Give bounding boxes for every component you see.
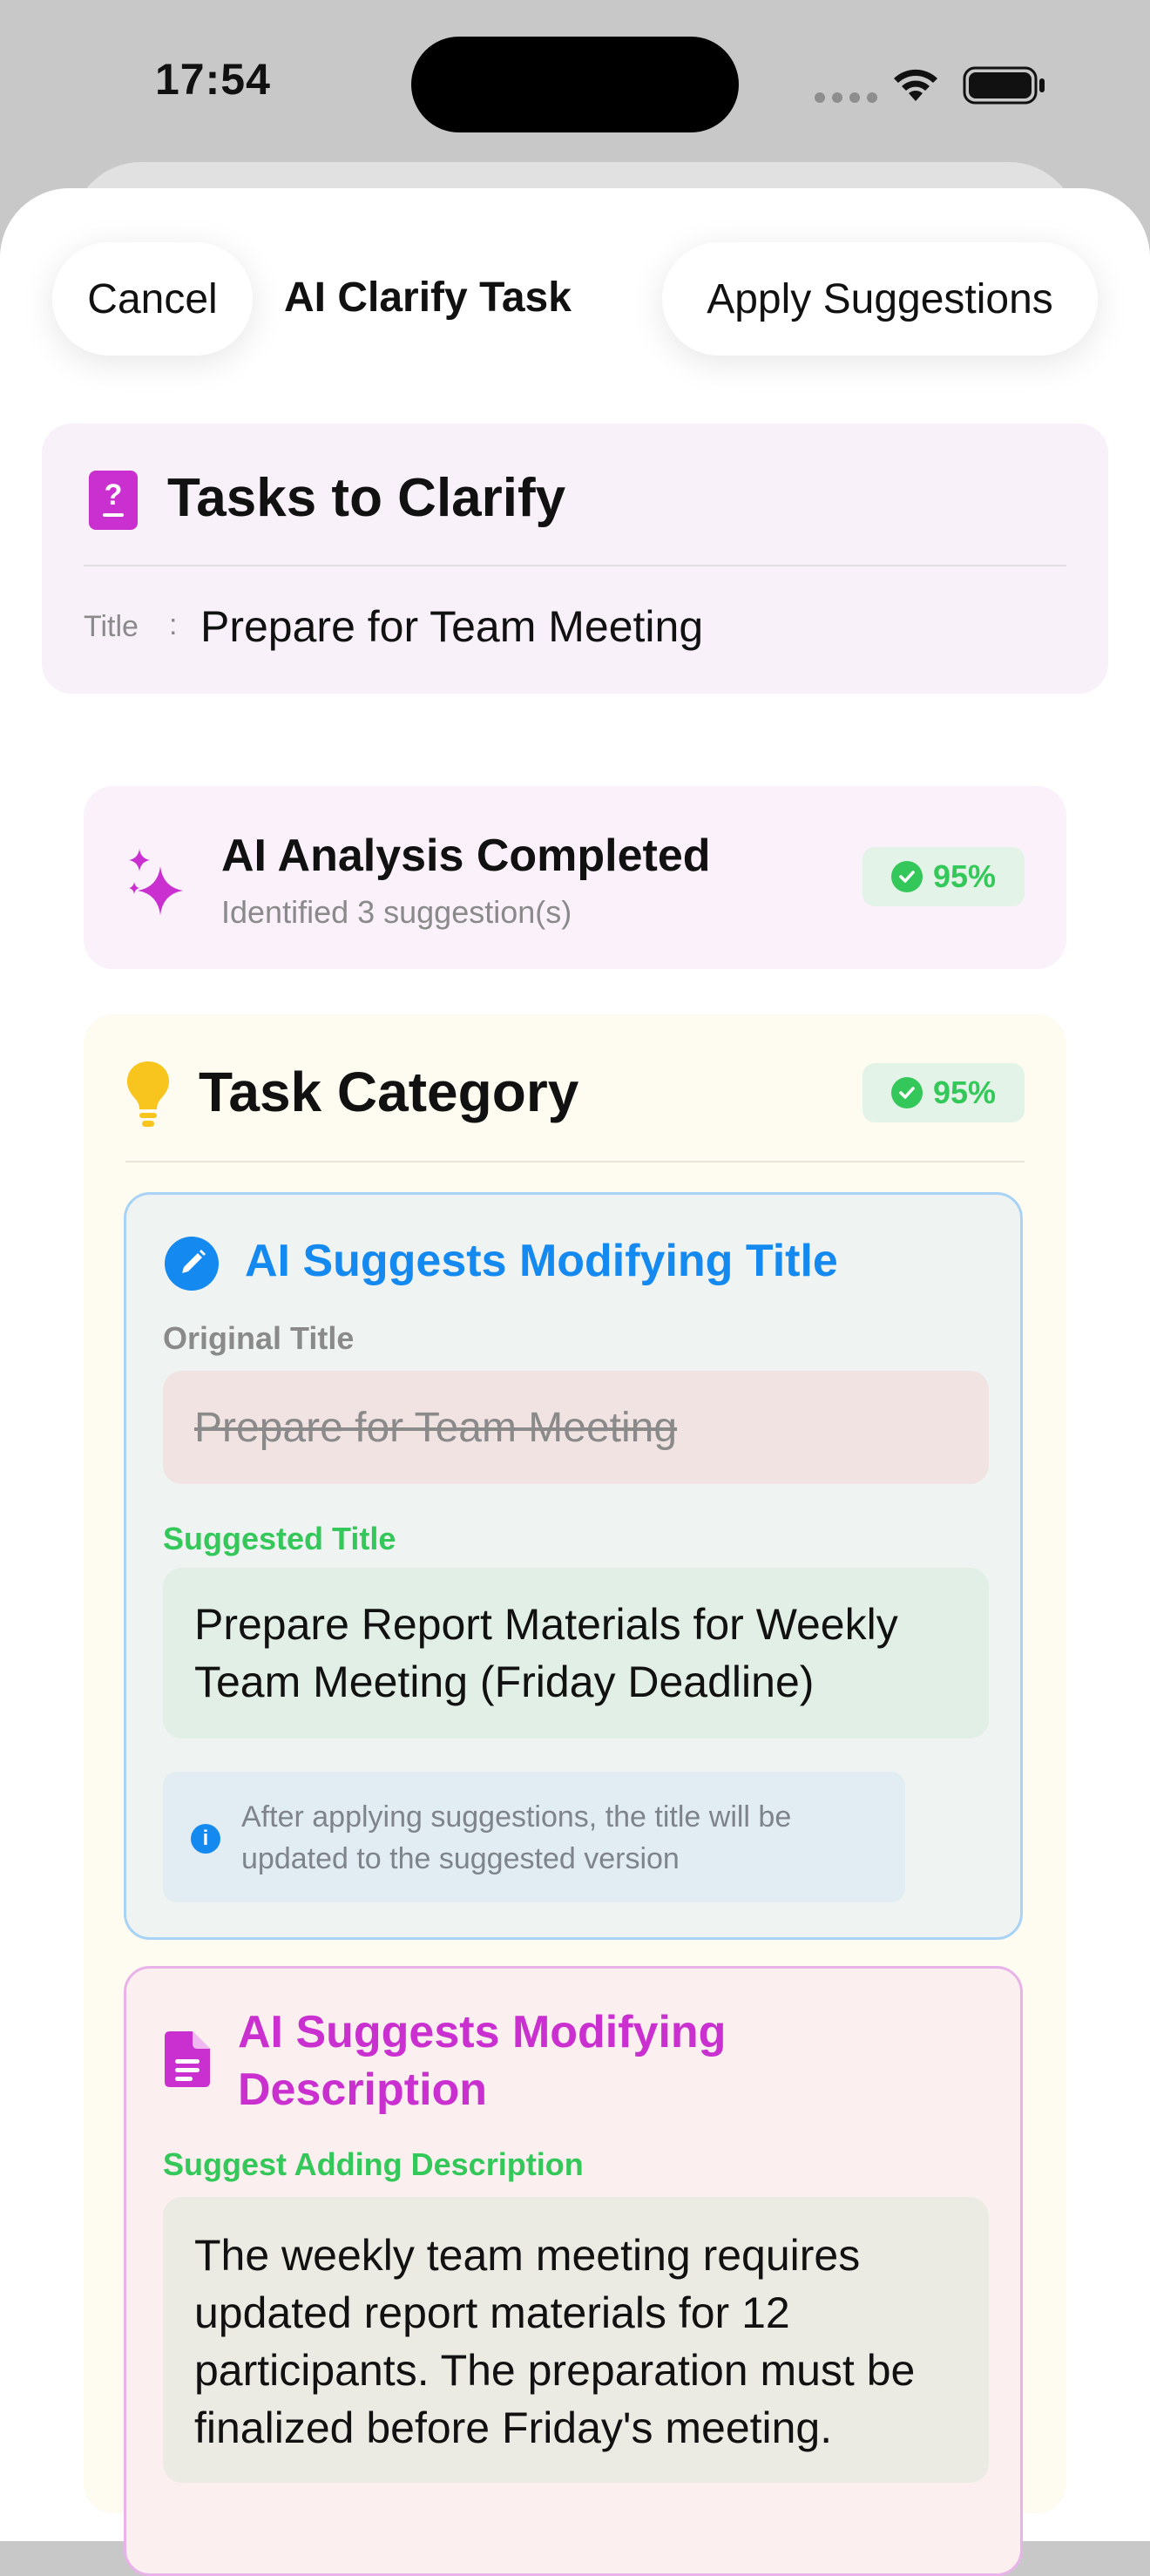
confidence-badge: 95% (862, 847, 1025, 906)
suggested-title-value: Prepare Report Materials for Weekly Team… (194, 1600, 898, 1706)
description-suggestion-card: AI Suggests Modifying Description Sugges… (124, 1966, 1023, 2576)
suggested-description-box: The weekly team meeting requires updated… (163, 2197, 989, 2483)
field-separator: : (169, 608, 178, 641)
modal-sheet: ? Tasks to Clarify Title : Prepare for T… (0, 188, 1150, 2576)
status-icons (815, 59, 1050, 112)
title-suggestion-heading: AI Suggests Modifying Title (245, 1236, 838, 1286)
title-field-value: Prepare for Team Meeting (200, 602, 704, 651)
divider (84, 565, 1066, 566)
lightbulb-icon (127, 1061, 169, 1127)
checkmark-circle-icon (890, 1077, 923, 1108)
question-doc-icon: ? (89, 471, 138, 530)
document-icon (165, 2031, 210, 2087)
suggest-description-label: Suggest Adding Description (163, 2146, 584, 2182)
category-confidence-badge: 95% (862, 1063, 1025, 1122)
suggested-title-box: Prepare Report Materials for Weekly Team… (163, 1568, 989, 1739)
analysis-title: AI Analysis Completed (221, 830, 711, 881)
battery-icon (963, 66, 1045, 105)
status-time: 17:54 (155, 55, 271, 104)
confidence-value: 95% (932, 858, 997, 894)
wifi-icon (894, 69, 937, 101)
category-confidence-value: 95% (932, 1074, 997, 1110)
description-suggestion-heading: AI Suggests Modifying Description (238, 2007, 727, 2115)
apply-suggestions-button[interactable]: Apply Suggestions (662, 242, 1098, 356)
suggested-description-value: The weekly team meeting requires updated… (194, 2231, 916, 2452)
original-title-value: Prepare for Team Meeting (194, 1405, 678, 1451)
title-suggestion-card: AI Suggests Modifying Title Original Tit… (124, 1192, 1023, 1940)
sheet-title: AI Clarify Task (284, 275, 572, 321)
title-field-label: Title (84, 610, 139, 643)
cancel-button[interactable]: Cancel (52, 242, 253, 356)
category-title: Task Category (199, 1061, 579, 1123)
pencil-circle-icon (165, 1237, 219, 1291)
checkmark-circle-icon (890, 861, 923, 892)
original-title-box: Prepare for Team Meeting (163, 1371, 989, 1484)
task-category-card: Task Category 95% AI Suggests Modifying … (84, 1014, 1066, 2576)
tasks-to-clarify-card: ? Tasks to Clarify Title : Prepare for T… (42, 424, 1108, 694)
analysis-subtitle: Identified 3 suggestion(s) (221, 894, 572, 930)
ai-analysis-card: AI Analysis Completed Identified 3 sugge… (84, 786, 1066, 969)
divider (125, 1161, 1025, 1163)
suggested-title-label: Suggested Title (163, 1521, 396, 1556)
dynamic-island (411, 37, 739, 132)
info-note-text: After applying suggestions, the title wi… (241, 1800, 792, 1875)
original-title-label: Original Title (163, 1320, 355, 1356)
sparkles-icon (129, 849, 183, 915)
clarify-heading: Tasks to Clarify (167, 468, 566, 528)
info-note: i After applying suggestions, the title … (163, 1772, 905, 1902)
info-circle-icon: i (191, 1824, 220, 1854)
cellular-signal-icon (815, 92, 877, 103)
